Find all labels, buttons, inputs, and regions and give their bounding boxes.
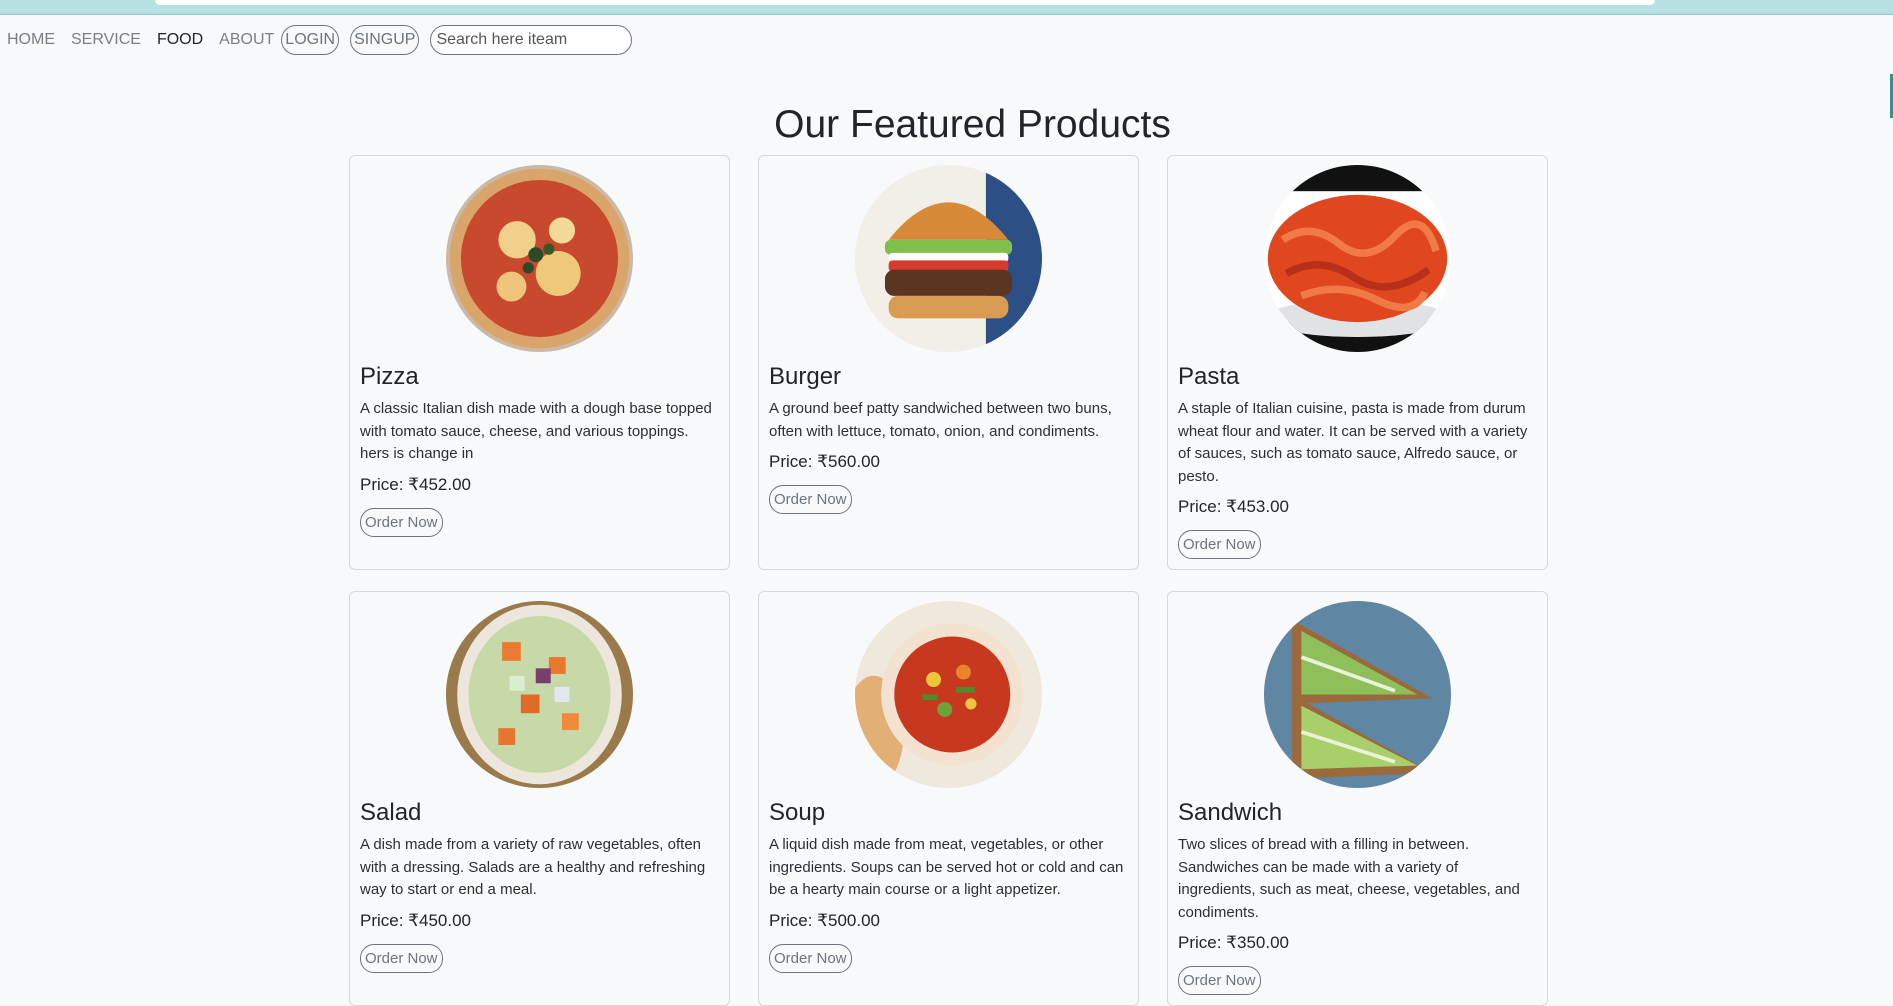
- sandwich-image: [1264, 601, 1451, 788]
- product-price: Price: ₹450.00: [360, 910, 471, 930]
- product-price: Price: ₹500.00: [769, 910, 880, 930]
- pizza-image: [446, 165, 633, 352]
- product-name: Burger: [769, 363, 842, 390]
- order-now-button[interactable]: Order Now: [360, 507, 443, 537]
- order-now-button[interactable]: Order Now: [1178, 530, 1261, 559]
- product-price: Price: ₹453.00: [1178, 497, 1289, 516]
- product-card-sandwich: Sandwich Two slices of bread with a fill…: [1167, 591, 1548, 1006]
- product-name: Salad: [360, 799, 422, 826]
- product-name: Soup: [769, 799, 826, 826]
- product-description: A dish made from a variety of raw vegeta…: [360, 836, 706, 898]
- burger-image: [855, 165, 1042, 352]
- order-now-button[interactable]: Order Now: [769, 485, 852, 514]
- search-input[interactable]: [430, 25, 633, 55]
- order-now-button[interactable]: Order Now: [769, 943, 852, 973]
- product-card-pasta: Pasta A staple of Italian cuisine, pasta…: [1167, 155, 1548, 570]
- salad-image: [446, 601, 633, 788]
- product-grid: Pizza A classic Italian dish made with a…: [349, 155, 1550, 1006]
- product-price: Price: ₹350.00: [1178, 933, 1289, 952]
- order-now-button[interactable]: Order Now: [360, 943, 443, 973]
- product-description: A classic Italian dish made with a dough…: [360, 400, 712, 462]
- nav-home-link[interactable]: HOME: [7, 25, 55, 55]
- page-title: Our Featured Products: [774, 103, 1171, 146]
- product-name: Sandwich: [1178, 799, 1283, 826]
- login-button[interactable]: LOGIN: [281, 25, 340, 55]
- product-card-salad: Salad A dish made from a variety of raw …: [349, 591, 730, 1006]
- product-description: A staple of Italian cuisine, pasta is ma…: [1178, 400, 1528, 485]
- product-name: Pasta: [1178, 363, 1240, 390]
- product-description: A ground beef patty sandwiched between t…: [769, 400, 1112, 440]
- product-description: Two slices of bread with a filling in be…: [1178, 836, 1520, 921]
- product-price: Price: ₹452.00: [360, 474, 471, 494]
- product-card-soup: Soup A liquid dish made from meat, veget…: [758, 591, 1139, 1006]
- nav-service-link[interactable]: SERVICE: [71, 25, 141, 55]
- product-price: Price: ₹560.00: [769, 452, 880, 471]
- navbar: HOME SERVICE FOOD ABOUT LOGIN SINGUP: [0, 24, 633, 56]
- pasta-image: [1264, 165, 1451, 352]
- product-card-pizza: Pizza A classic Italian dish made with a…: [349, 155, 730, 570]
- nav-about-link[interactable]: ABOUT: [219, 25, 274, 55]
- product-card-burger: Burger A ground beef patty sandwiched be…: [758, 155, 1139, 570]
- nav-food-link[interactable]: FOOD: [157, 25, 203, 55]
- product-name: Pizza: [360, 363, 419, 390]
- soup-image: [855, 601, 1042, 788]
- signup-button[interactable]: SINGUP: [350, 25, 420, 55]
- browser-top-strip: [0, 0, 1893, 15]
- order-now-button[interactable]: Order Now: [1178, 966, 1261, 995]
- browser-address-pill: [155, 0, 1655, 5]
- product-description: A liquid dish made from meat, vegetables…: [769, 836, 1124, 898]
